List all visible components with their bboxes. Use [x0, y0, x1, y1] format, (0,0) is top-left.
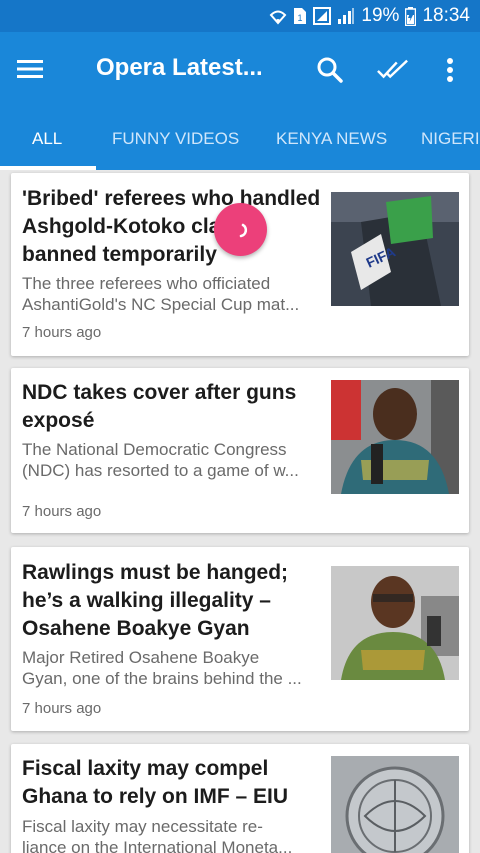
tab-funny-videos[interactable]: FUNNY VIDEOS — [112, 108, 239, 170]
double-check-icon — [377, 59, 408, 79]
app-title: Opera Latest... — [96, 54, 263, 81]
news-feed[interactable]: 'Bribed' referees who handled Ashgold-Ko… — [0, 170, 480, 853]
search-button[interactable] — [314, 54, 346, 86]
svg-text:1: 1 — [298, 13, 303, 23]
app-bar: Opera Latest... — [0, 32, 480, 108]
article-title: Rawlings must be hanged; he’s a walking … — [22, 561, 289, 640]
tab-all[interactable]: ALL — [32, 108, 62, 170]
article-card[interactable]: Fiscal laxity may compel Ghana to rely o… — [11, 744, 469, 853]
article-time: 7 hours ago — [22, 700, 102, 717]
data-icon — [313, 7, 332, 25]
article-thumbnail — [331, 380, 459, 494]
signal-icon — [337, 7, 355, 25]
clock: 18:34 — [422, 5, 470, 26]
more-options-button[interactable] — [434, 54, 466, 86]
article-title: NDC takes cover after guns exposé — [22, 381, 297, 432]
article-title: Fiscal laxity may compel Ghana to rely o… — [22, 757, 289, 808]
article-time: 7 hours ago — [22, 324, 102, 341]
sim-icon: 1 — [293, 7, 307, 25]
battery-icon — [405, 6, 417, 26]
article-card[interactable]: 'Bribed' referees who handled Ashgold-Ko… — [11, 173, 469, 356]
article-thumbnail — [331, 566, 459, 680]
search-icon — [317, 57, 343, 83]
spinner-icon — [239, 223, 247, 237]
article-card[interactable]: NDC takes cover after guns exposé The Na… — [11, 368, 469, 533]
article-thumbnail: FIFA — [331, 192, 459, 306]
more-vert-icon — [447, 58, 453, 82]
article-summary: Fiscal laxity may necessitate re- liance… — [22, 817, 293, 853]
menu-icon — [17, 60, 43, 78]
status-bar: 1 19% 18:34 — [0, 0, 480, 32]
wifi-icon — [269, 7, 287, 25]
article-summary: Major Retired Osahene Boakye Gyan, one o… — [22, 648, 302, 688]
mark-all-read-button[interactable] — [377, 54, 409, 86]
article-summary: The three referees who officiated Ashant… — [22, 274, 300, 314]
loading-spinner — [214, 203, 267, 256]
tab-nigeria[interactable]: NIGERI — [421, 108, 480, 170]
tab-kenya-news[interactable]: KENYA NEWS — [276, 108, 387, 170]
article-summary: The National Democratic Congress (NDC) h… — [22, 440, 299, 480]
article-time: 7 hours ago — [22, 503, 102, 520]
article-thumbnail — [331, 756, 459, 853]
article-title: 'Bribed' referees who handled Ashgold-Ko… — [22, 187, 321, 266]
battery-percent: 19% — [361, 5, 400, 26]
category-tabs: ALL FUNNY VIDEOS KENYA NEWS NIGERI — [0, 108, 480, 170]
article-card[interactable]: Rawlings must be hanged; he’s a walking … — [11, 547, 469, 731]
menu-button[interactable] — [16, 56, 46, 84]
